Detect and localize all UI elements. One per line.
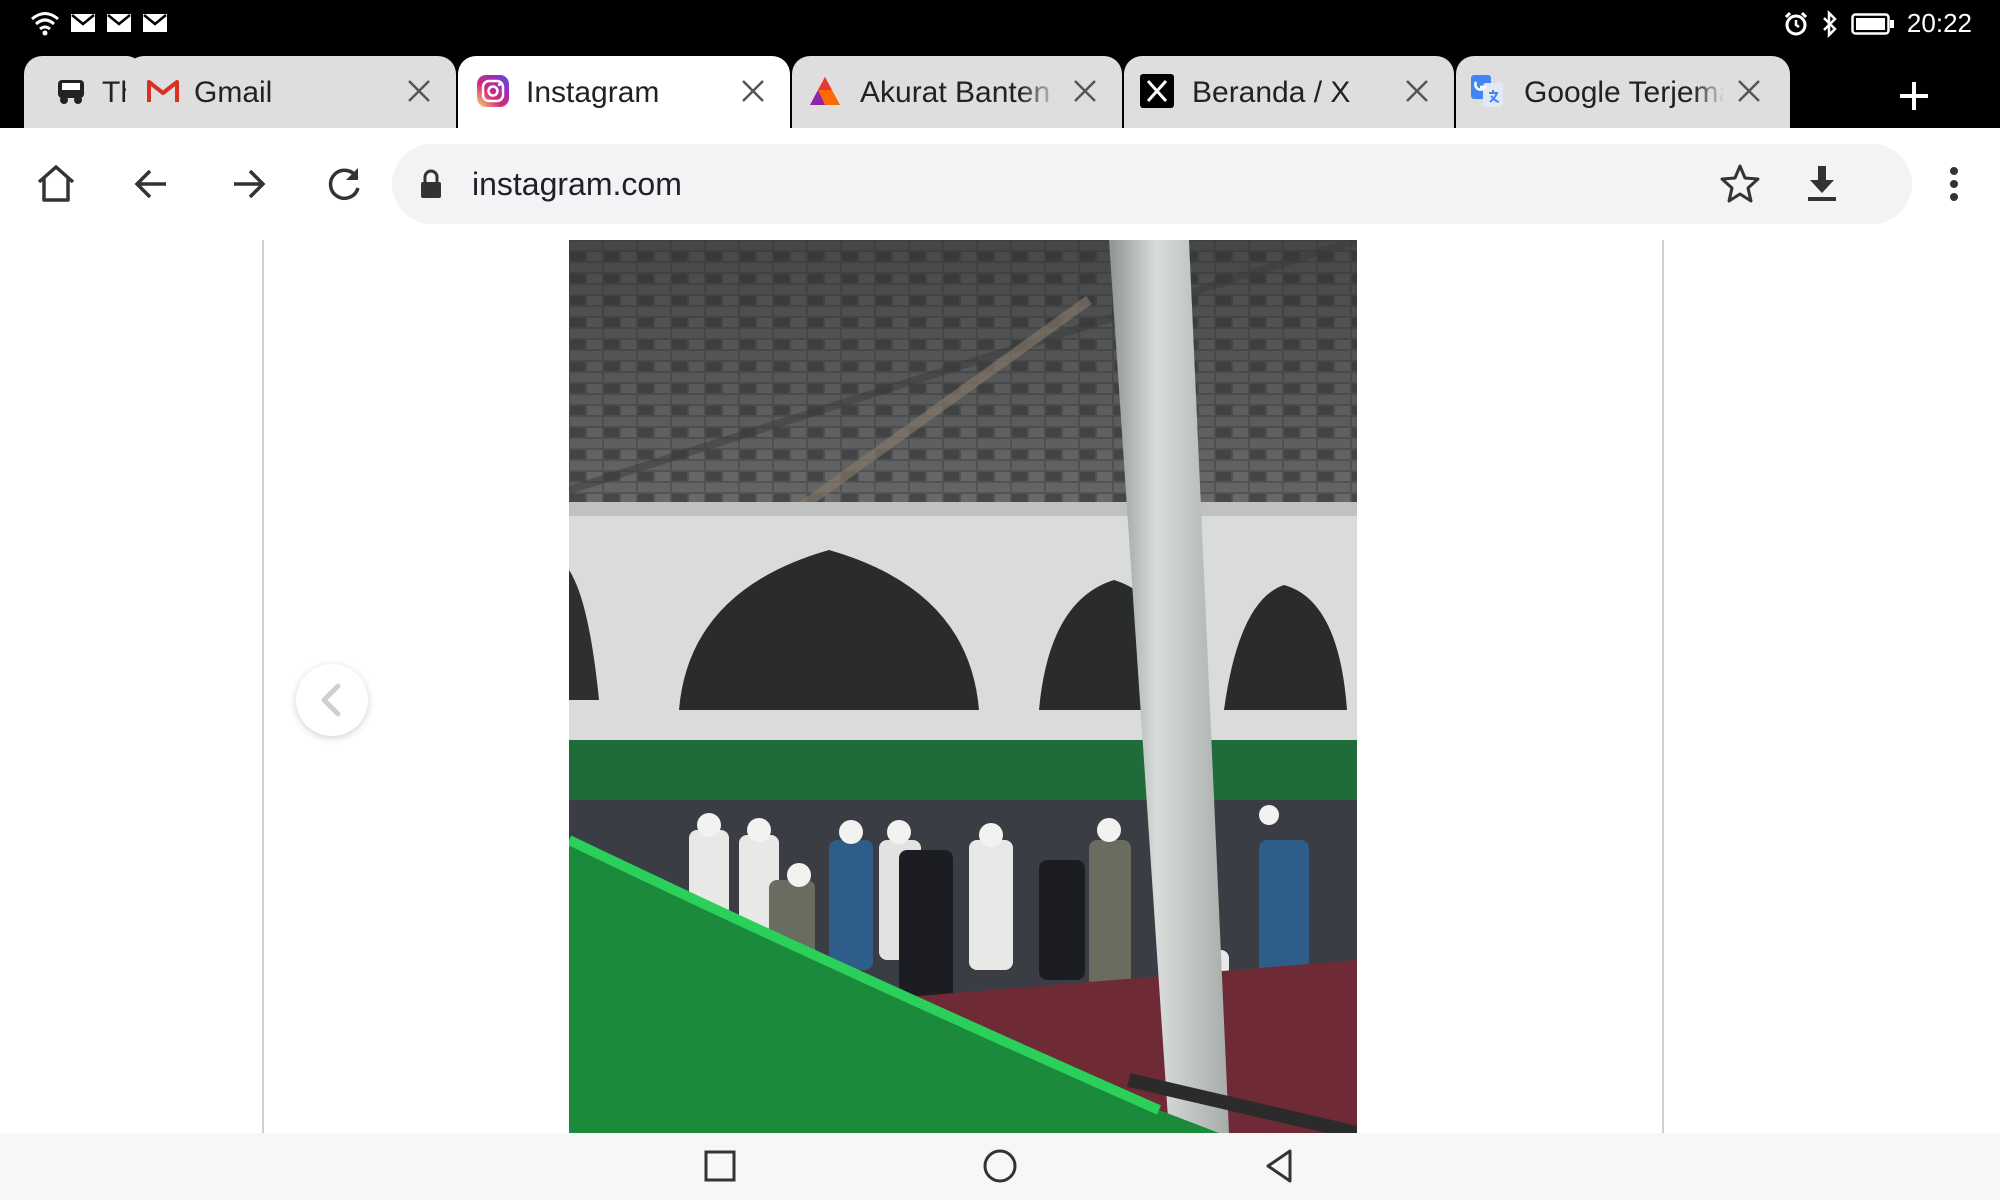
- new-tab-plus-icon[interactable]: [1886, 68, 1942, 124]
- tab-akurat-banten[interactable]: Akurat Banten -: [792, 56, 1122, 128]
- forward-icon[interactable]: [224, 160, 272, 208]
- mail-icon: [107, 14, 131, 32]
- reload-icon[interactable]: [320, 160, 368, 208]
- alarm-icon: [1784, 11, 1807, 35]
- page-content: [0, 240, 2000, 1133]
- tab-title: Google Terjemahan: [1524, 76, 1724, 109]
- close-icon[interactable]: [1404, 78, 1430, 104]
- previous-post-button[interactable]: [296, 664, 368, 736]
- content-border-right: [1662, 240, 1664, 1133]
- status-left-icons: [30, 10, 168, 36]
- x-icon: [1140, 74, 1174, 108]
- instagram-icon: [477, 75, 509, 107]
- tab-title: Instagram: [526, 76, 660, 109]
- akurat-icon: [810, 77, 840, 105]
- lock-icon[interactable]: [418, 168, 444, 200]
- back-icon[interactable]: [128, 160, 176, 208]
- download-icon[interactable]: [1800, 162, 1844, 206]
- photo-mosque-prayer: [569, 240, 1357, 1133]
- tab-beranda-x[interactable]: Beranda / X: [1124, 56, 1454, 128]
- wifi-icon: [31, 12, 59, 36]
- gmail-icon: [147, 80, 179, 102]
- status-right-icons: 20:22: [1783, 8, 1972, 39]
- tab-strip: Th Gmail Instagram Akurat Banten - Beran…: [0, 48, 2000, 128]
- close-icon[interactable]: [1072, 78, 1098, 104]
- home-circle-icon[interactable]: [977, 1143, 1023, 1189]
- url-text[interactable]: instagram.com: [472, 166, 682, 203]
- bookmark-star-icon[interactable]: [1718, 162, 1762, 206]
- post-photo[interactable]: [569, 240, 1357, 1133]
- more-icon[interactable]: [1930, 160, 1978, 208]
- browser-toolbar: instagram.com: [0, 128, 2000, 241]
- content-border-left: [262, 240, 264, 1133]
- system-navigation-bar: [0, 1133, 2000, 1200]
- tab-google-translate[interactable]: Google Terjemahan: [1456, 56, 1790, 128]
- tab-title: Beranda / X: [1192, 76, 1351, 109]
- car-icon: [58, 80, 84, 104]
- close-icon[interactable]: [406, 78, 432, 104]
- bluetooth-icon: [1823, 9, 1837, 38]
- chevron-left-icon: [321, 683, 341, 717]
- mail-icon: [71, 14, 95, 32]
- tab-gmail[interactable]: Gmail: [126, 56, 456, 128]
- close-icon[interactable]: [1736, 78, 1762, 104]
- close-icon[interactable]: [740, 78, 766, 104]
- battery-icon: [1851, 12, 1894, 35]
- address-bar[interactable]: instagram.com: [392, 144, 1912, 224]
- back-triangle-icon[interactable]: [1257, 1143, 1303, 1189]
- tab-instagram[interactable]: Instagram: [458, 56, 790, 128]
- tab-title: Akurat Banten -: [860, 76, 1060, 109]
- mail-icon: [143, 14, 167, 32]
- status-bar: 20:22: [0, 0, 2000, 48]
- google-translate-icon: [1471, 75, 1503, 107]
- recent-apps-icon[interactable]: [697, 1143, 743, 1189]
- tab-title: Gmail: [194, 76, 273, 109]
- home-icon[interactable]: [32, 160, 80, 208]
- status-time: 20:22: [1906, 8, 1972, 38]
